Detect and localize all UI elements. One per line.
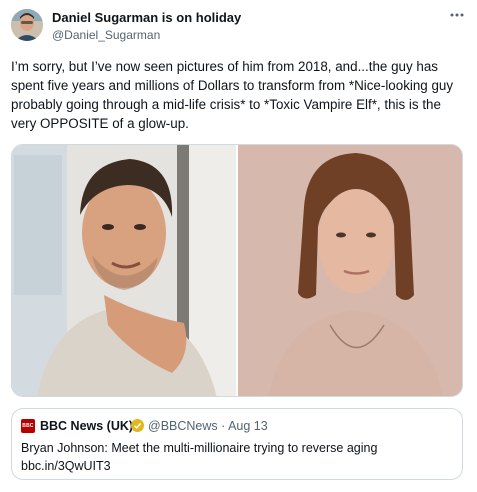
more-options-button[interactable] — [446, 6, 468, 24]
author-avatar[interactable] — [11, 9, 43, 41]
avatar-image — [11, 9, 43, 41]
verified-badge-icon — [131, 419, 144, 432]
tweet-card: Daniel Sugarman is on holiday @Daniel_Su… — [0, 0, 477, 492]
author-name[interactable]: Daniel Sugarman is on holiday — [52, 10, 241, 25]
photo-image-right — [238, 145, 462, 396]
quoted-text: Bryan Johnson: Meet the multi-millionair… — [21, 441, 378, 455]
quoted-author-name[interactable]: BBC News (UK) — [40, 419, 133, 433]
more-horizontal-icon — [450, 13, 464, 17]
checkmark-icon — [133, 422, 142, 429]
quoted-handle-date: @BBCNews · Aug 13 — [148, 419, 268, 433]
author-handle[interactable]: @Daniel_Sugarman — [52, 28, 160, 42]
quoted-link[interactable]: bbc.in/3QwUIT3 — [21, 459, 111, 473]
bbc-logo-text: BBC — [22, 423, 34, 429]
media-photo-right[interactable] — [238, 145, 462, 396]
tweet-media[interactable] — [11, 144, 463, 397]
tweet-text: I’m sorry, but I’ve now seen pictures of… — [11, 59, 454, 131]
quoted-tweet[interactable]: BBC BBC News (UK) @BBCNews · Aug 13 Brya… — [11, 408, 463, 480]
media-photo-left[interactable] — [12, 145, 236, 396]
photo-image-left — [12, 145, 236, 396]
bbc-logo-icon: BBC — [21, 419, 35, 433]
